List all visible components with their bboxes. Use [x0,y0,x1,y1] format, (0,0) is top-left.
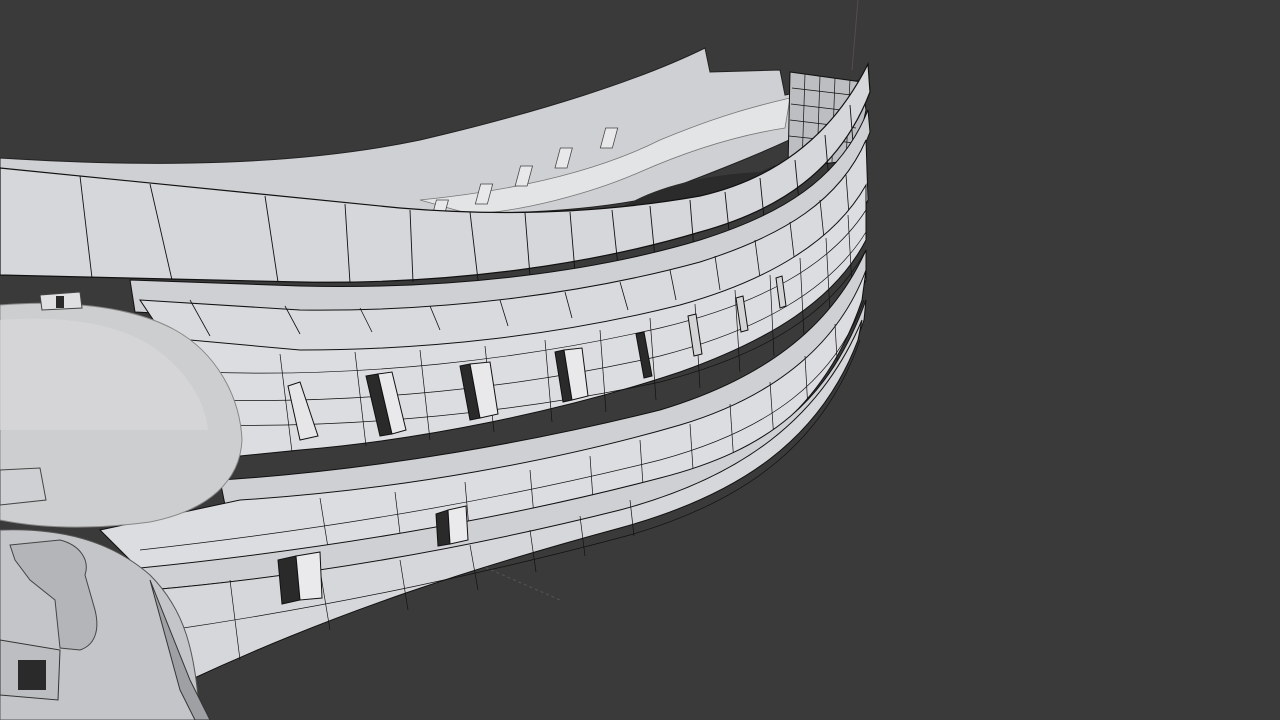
rudder-hole [18,660,46,690]
3d-viewport[interactable] [0,0,1280,720]
stern-bracket [0,467,47,506]
gallery-bracket-hole [56,296,64,308]
viewport-canvas[interactable] [0,0,1280,720]
